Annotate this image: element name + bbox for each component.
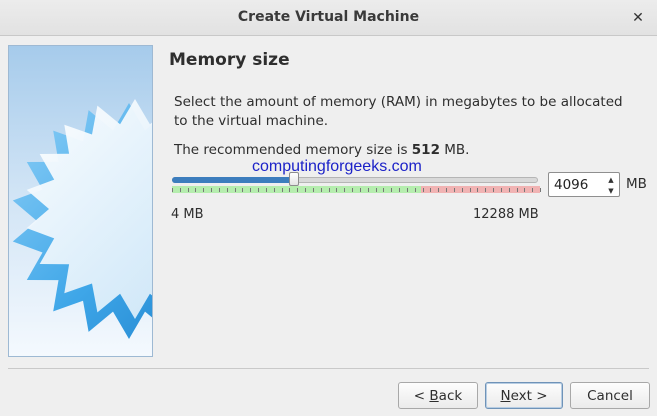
memory-spinbox[interactable]: 4096 ▲ ▼ — [548, 172, 620, 197]
title-bar: Create Virtual Machine ✕ — [0, 0, 657, 36]
description-text: Select the amount of memory (RAM) in meg… — [174, 94, 623, 129]
back-button[interactable]: < Back — [398, 382, 478, 409]
starburst-icon — [12, 99, 152, 339]
slider-fill — [172, 177, 294, 183]
wizard-banner-image — [8, 45, 153, 357]
watermark-text: computingforgeeks.com — [252, 158, 422, 175]
memory-unit: MB — [626, 176, 647, 192]
close-icon[interactable]: ✕ — [627, 7, 649, 29]
memory-value[interactable]: 4096 — [554, 177, 588, 193]
cancel-button[interactable]: Cancel — [570, 382, 650, 409]
spin-up-icon[interactable]: ▲ — [605, 174, 617, 185]
next-button[interactable]: Next > — [485, 382, 563, 409]
next-mnemonic: N — [500, 387, 511, 404]
recommended-text: The recommended memory size is 512 MB. — [174, 142, 469, 158]
recommended-value: 512 — [411, 142, 440, 158]
back-rest: ack — [438, 387, 463, 404]
spin-down-icon[interactable]: ▼ — [605, 185, 617, 196]
page-title: Memory size — [169, 50, 290, 70]
max-memory-label: 12288 MB — [473, 207, 539, 222]
back-prefix: < — [413, 387, 430, 404]
min-memory-label: 4 MB — [171, 207, 204, 222]
recommended-prefix: The recommended memory size is — [174, 142, 412, 158]
window-title: Create Virtual Machine — [237, 9, 420, 25]
back-mnemonic: B — [429, 387, 439, 404]
next-rest: ext > — [510, 387, 548, 404]
recommended-suffix: MB. — [439, 142, 470, 158]
separator — [8, 368, 649, 369]
